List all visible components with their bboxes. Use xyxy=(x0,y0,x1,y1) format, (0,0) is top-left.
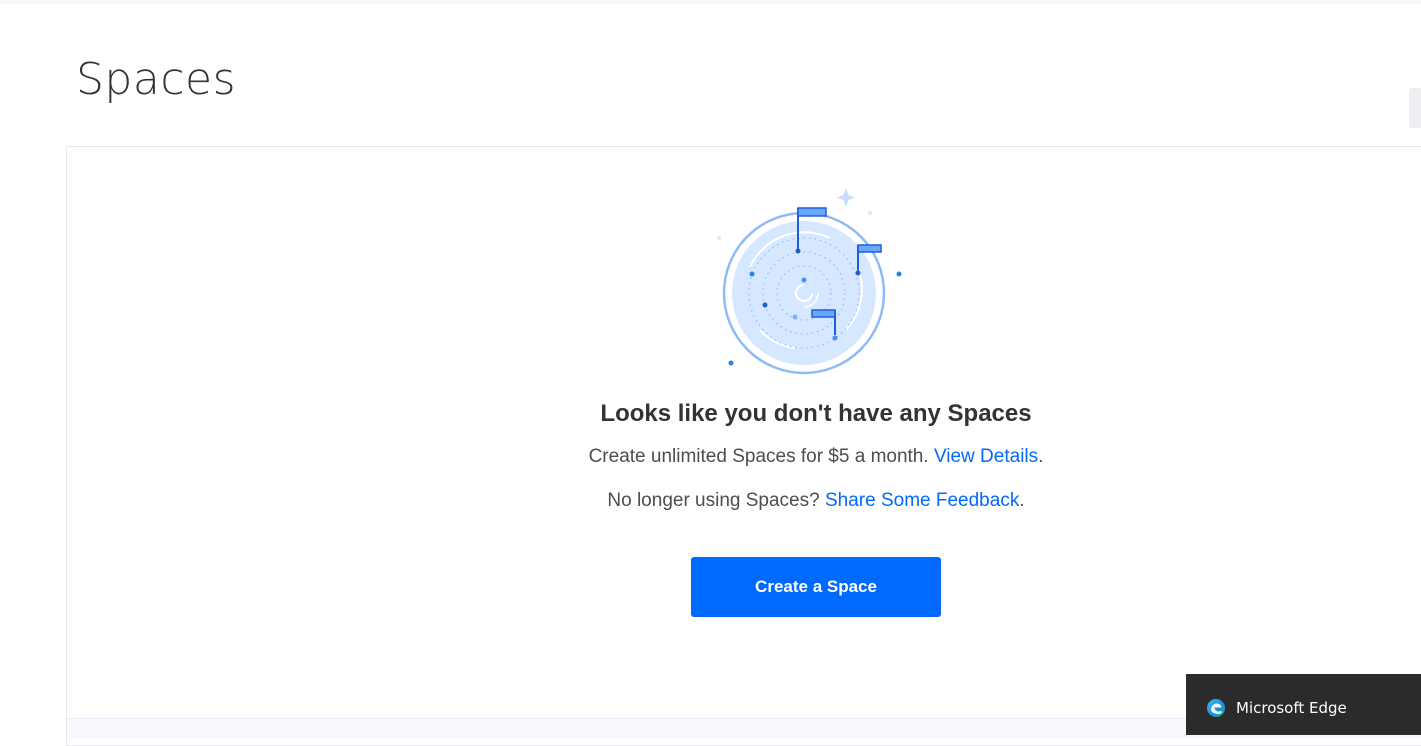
taskbar-tooltip[interactable]: Microsoft Edge xyxy=(1186,674,1421,735)
page-title: Spaces xyxy=(76,54,237,105)
create-space-button[interactable]: Create a Space xyxy=(691,557,941,617)
toast-label: Microsoft Edge xyxy=(1236,699,1347,717)
radar-flags-icon xyxy=(717,188,902,375)
share-feedback-link[interactable]: Share Some Feedback xyxy=(825,490,1019,511)
view-details-link[interactable]: View Details xyxy=(934,446,1038,467)
empty-state-heading: Looks like you don't have any Spaces xyxy=(600,400,1032,427)
pricing-line: Create unlimited Spaces for $5 a month. … xyxy=(0,445,1421,469)
pricing-text: Create unlimited Spaces for $5 a month. xyxy=(588,446,929,467)
feedback-line: No longer using Spaces? Share Some Feedb… xyxy=(0,489,1421,513)
feedback-text: No longer using Spaces? xyxy=(607,490,820,511)
top-strip xyxy=(0,0,1421,4)
pricing-suffix: . xyxy=(1038,446,1044,467)
feedback-suffix: . xyxy=(1019,490,1025,511)
edge-icon xyxy=(1207,699,1225,717)
side-panel-handle[interactable] xyxy=(1409,88,1421,128)
